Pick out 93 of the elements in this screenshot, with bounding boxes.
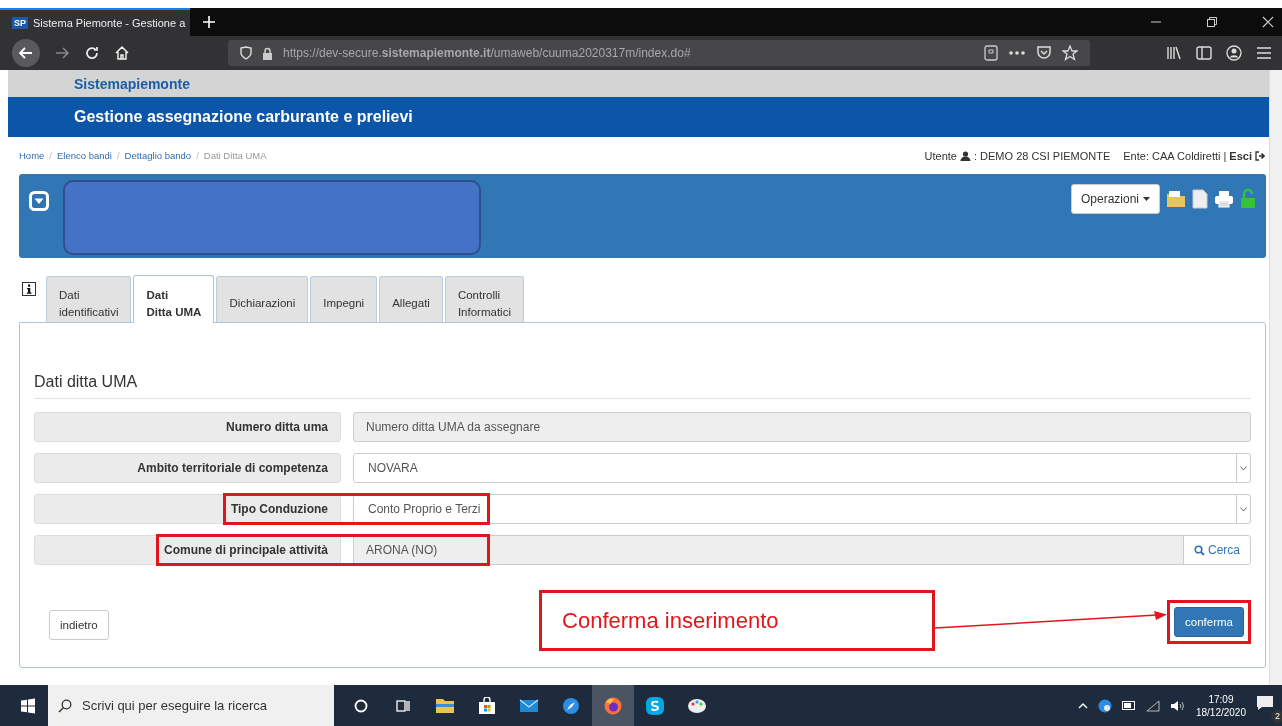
separator-text: | [1223,149,1227,162]
text-field[interactable]: Numero ditta UMA da assegnare [353,412,1251,442]
breadcrumb-link[interactable]: Home [19,150,45,161]
annotation-callout: Conferma inserimento [539,590,936,651]
field-label: Numero ditta uma [226,420,328,434]
section-title: Dati ditta UMA [34,373,1251,399]
select-field[interactable]: NOVARA [353,453,1251,483]
shield-icon[interactable] [240,46,252,60]
reload-icon[interactable] [84,45,100,61]
lock-icon [262,46,273,60]
search-icon [58,698,72,713]
breadcrumb-separator: / [49,150,52,161]
close-icon[interactable] [1262,16,1274,28]
circle-icon [354,698,368,713]
firefox-icon [603,695,623,716]
new-tab-icon[interactable] [202,15,216,29]
wifi-icon[interactable] [1145,699,1160,712]
select-value: Conto Proprio e Terzi [368,502,481,516]
operations-dropdown[interactable]: Operazioni [1070,184,1160,214]
collapse-icon[interactable] [29,191,49,211]
more-icon[interactable] [1008,50,1026,56]
caret-icon [1143,197,1150,201]
search-button[interactable]: Cerca [1183,536,1250,564]
select-field[interactable]: Conto Proprio e Terzi [353,494,1251,524]
select-value: NOVARA [368,461,418,475]
tab[interactable]: Allegati [379,276,443,322]
app-title: Gestione assegnazione carburante e prelievi [74,108,413,126]
shopping-bag-icon [478,696,496,715]
forward-icon[interactable] [54,45,70,61]
breadcrumb-link[interactable]: Elenco bandi [57,150,112,161]
menu-icon[interactable] [1256,46,1272,60]
confirm-button[interactable]: conferma [1174,607,1244,637]
tab-title: Sistema Piemonte - Gestione a [33,17,186,29]
user-name: : DEMO 28 CSI PIEMONTE [973,149,1111,162]
home-icon[interactable] [114,45,130,61]
chevron-up-icon[interactable] [1077,702,1088,709]
task-view-icon [396,698,410,713]
chevron-down-icon [1240,506,1247,512]
logout-icon[interactable] [1255,150,1265,161]
battery-icon[interactable] [1121,701,1136,710]
browser-tab[interactable]: SP Sistema Piemonte - Gestione a [0,8,190,36]
compass-icon [562,696,580,715]
clock-date: 18/12/2020 [1195,705,1246,719]
clock[interactable]: 17:09 18/12/2020 [1195,692,1246,719]
notification-icon[interactable] [1256,694,1274,711]
scrollbar[interactable] [1269,70,1282,685]
breadcrumb-separator: / [116,150,120,161]
sidebar-icon[interactable] [1196,46,1212,60]
lookup-value: ARONA (NO) [366,543,438,557]
back-button[interactable]: indietro [49,610,109,640]
info-icon[interactable] [22,282,36,296]
search-icon [1194,544,1205,556]
pocket-icon[interactable] [1036,46,1052,60]
breadcrumb-link[interactable]: Dettaglio bando [124,150,192,161]
folder-icon [435,697,455,714]
paint-palette-icon [687,696,707,715]
globe-icon[interactable] [1097,698,1112,713]
restore-icon[interactable] [1206,16,1218,28]
field-label: Tipo Conduzione [230,502,328,516]
logout-link[interactable]: Esci [1229,149,1252,162]
folder-icon[interactable] [1166,189,1186,209]
print-icon[interactable] [1214,190,1234,208]
clock-time: 17:09 [1208,692,1234,706]
tab[interactable]: Controlli Informatici [444,276,524,322]
field-label: Comune di principale attività [163,543,328,557]
speaker-icon[interactable] [1169,699,1186,712]
lookup-field[interactable]: ARONA (NO) Cerca [353,535,1251,565]
field-label: Ambito territoriale di competenza [137,461,328,475]
url-text: https://dev-secure.sistemapiemonte.it/umaweb/cuuma2020317m/index.do# [283,46,691,60]
star-icon[interactable] [1062,45,1078,61]
search-placeholder: Scrivi qui per eseguire la ricerca [82,698,267,713]
user-icon [959,150,971,161]
organization-label: Ente: CAA Coldiretti [1123,149,1221,162]
tab[interactable]: Dichiarazioni [216,276,309,322]
mail-icon [519,698,539,713]
account-icon[interactable] [1226,45,1242,61]
reader-view-icon[interactable] [984,45,998,61]
back-icon[interactable] [12,39,40,67]
taskbar-search-field[interactable]: Scrivi qui per eseguire la ricerca [48,685,334,726]
skype-icon [645,695,665,716]
tab[interactable]: Impegni [310,276,378,322]
notification-badge: 2 [1271,709,1282,723]
tab[interactable]: Dati Ditta UMA [133,275,215,323]
breadcrumb-separator: / [196,150,199,161]
tab[interactable]: Dati identificativi [46,276,132,322]
windows-start-icon[interactable] [20,697,36,714]
site-favicon: SP [12,17,28,29]
address-bar[interactable]: https://dev-secure.sistemapiemonte.it/umaweb/cuuma2020317m/index.do# [228,40,1090,66]
chevron-down-icon [1240,465,1247,471]
document-icon[interactable] [1192,189,1208,209]
user-label: Utente [924,149,957,162]
brand-name[interactable]: Sistemapiemonte [74,75,190,92]
library-icon[interactable] [1166,46,1182,60]
